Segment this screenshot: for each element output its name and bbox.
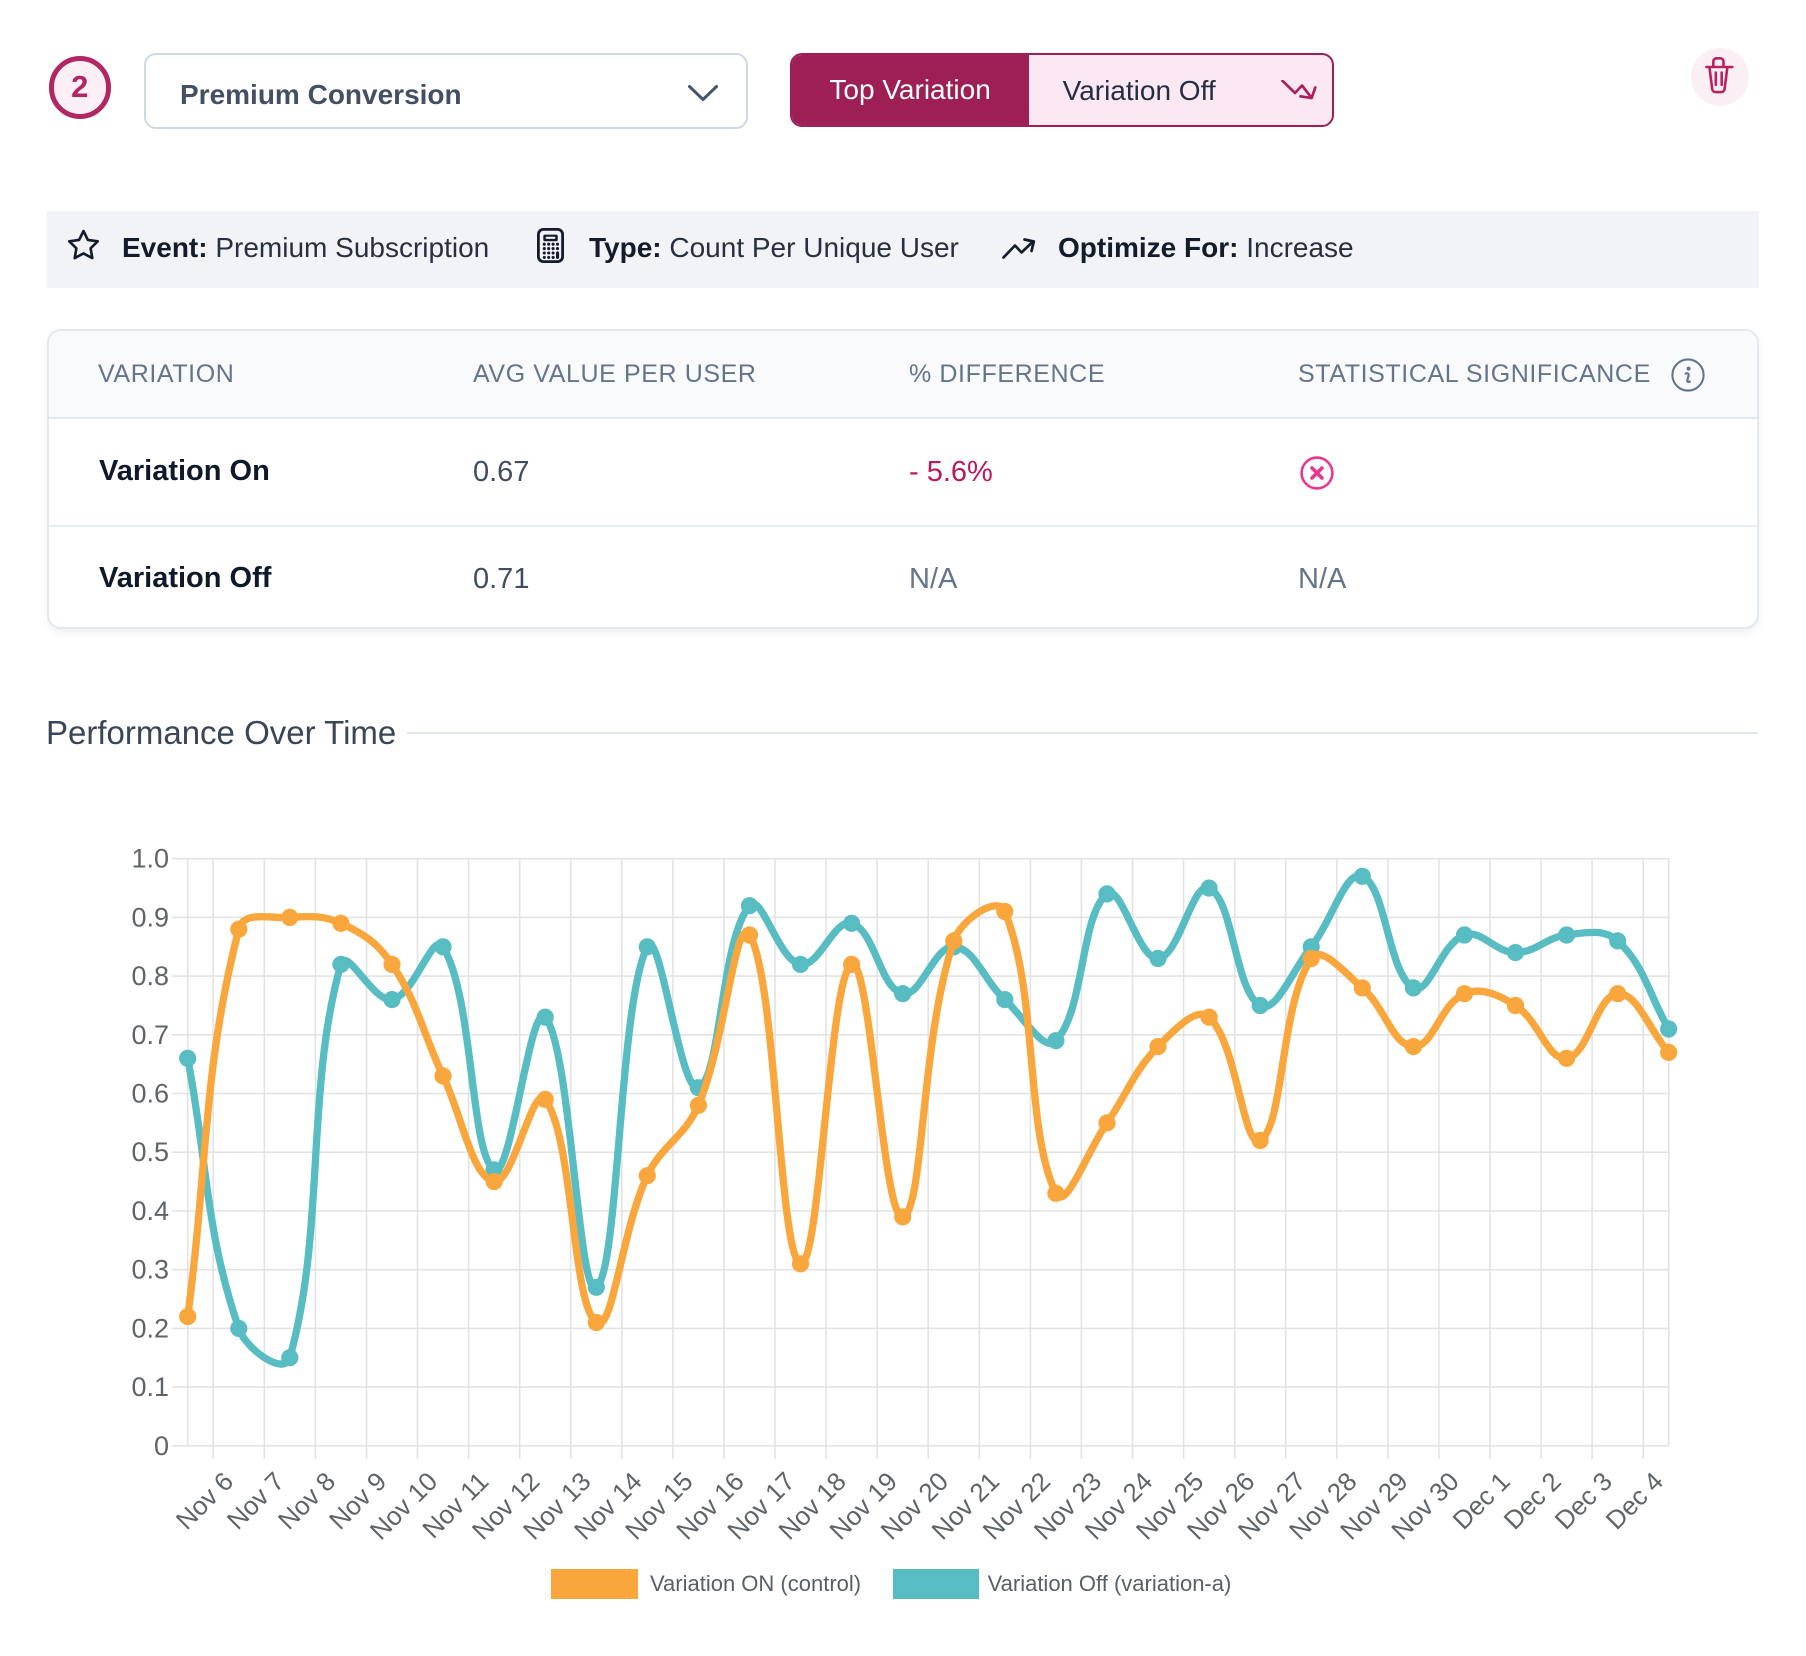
svg-text:Dec 3: Dec 3 [1549,1466,1618,1535]
svg-text:0.1: 0.1 [131,1372,169,1402]
svg-text:Nov 8: Nov 8 [272,1466,341,1535]
svg-text:0.5: 0.5 [131,1137,169,1167]
svg-text:0.8: 0.8 [131,961,169,991]
svg-text:Dec 4: Dec 4 [1600,1466,1669,1535]
svg-text:1.0: 1.0 [131,844,169,874]
svg-text:0.7: 0.7 [131,1020,169,1050]
svg-text:Dec 2: Dec 2 [1498,1466,1567,1535]
svg-text:Dec 1: Dec 1 [1447,1466,1516,1535]
svg-text:0.2: 0.2 [131,1313,169,1343]
svg-text:0: 0 [154,1431,169,1461]
svg-text:0.3: 0.3 [131,1255,169,1285]
svg-text:0.9: 0.9 [131,902,169,932]
svg-text:Nov 6: Nov 6 [170,1466,239,1535]
svg-text:0.4: 0.4 [131,1196,169,1226]
svg-text:0.6: 0.6 [131,1079,169,1109]
svg-text:Nov 7: Nov 7 [221,1466,290,1535]
